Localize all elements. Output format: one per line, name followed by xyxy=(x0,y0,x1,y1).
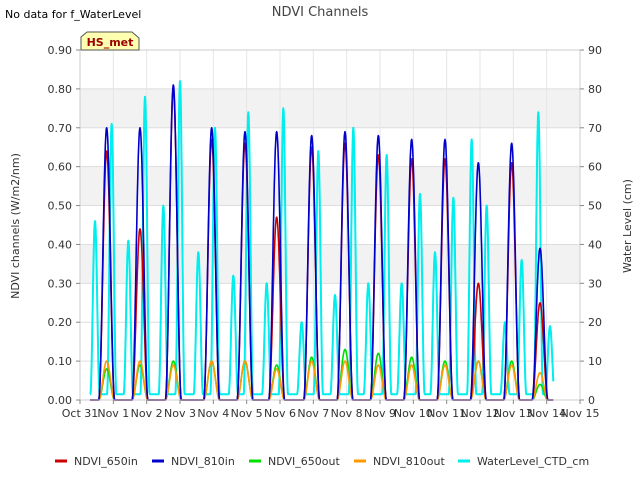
x-tick-label: Nov 8 xyxy=(331,407,363,420)
site-badge-label: HS_met xyxy=(87,36,134,49)
x-tick-label: Nov 5 xyxy=(231,407,263,420)
y-tick-label-left: 0.80 xyxy=(48,83,73,96)
y-tick-label-left: 0.00 xyxy=(48,394,73,407)
y-tick-label-left: 0.20 xyxy=(48,316,73,329)
y-tick-label-left: 0.40 xyxy=(48,238,73,251)
x-tick-label: Nov 7 xyxy=(297,407,329,420)
y-axis-label-right: Water Level (cm) xyxy=(621,179,634,273)
legend: NDVI_650in NDVI_810in NDVI_650out NDVI_810o… xyxy=(55,455,589,468)
y-tick-label-right: 30 xyxy=(588,277,602,290)
legend-label-ndvi-810out: NDVI_810out xyxy=(373,455,445,468)
x-tick-label: Nov 4 xyxy=(197,407,229,420)
band-upper xyxy=(80,89,580,128)
x-tick-label: Nov 6 xyxy=(264,407,296,420)
x-tick-label: Nov 1 xyxy=(97,407,129,420)
site-badge: HS_met xyxy=(80,31,140,51)
y-tick-label-left: 0.50 xyxy=(48,200,73,213)
chart-title: NDVI Channels xyxy=(272,5,369,20)
y-tick-label-right: 10 xyxy=(588,355,602,368)
ndvi-chart: 0.00 0.10 0.20 0.30 0.40 0.50 0.60 0.70 0.80 0.90… xyxy=(0,0,640,480)
band-lower xyxy=(80,244,580,283)
y-axis-label-left: NDVI channels (W/m2/nm) xyxy=(9,153,22,299)
x-tick-label: Nov 9 xyxy=(364,407,396,420)
legend-label-ndvi-650in: NDVI_650in xyxy=(74,455,138,468)
y-tick-label-left: 0.70 xyxy=(48,122,73,135)
y-tick-label-right: 20 xyxy=(588,316,602,329)
y-tick-label-right: 60 xyxy=(588,161,602,174)
y-tick-label-right: 70 xyxy=(588,122,602,135)
y-tick-label-left: 0.30 xyxy=(48,277,73,290)
band-middle xyxy=(80,167,580,206)
no-data-notice: No data for f_WaterLevel xyxy=(5,8,141,21)
x-tick-label: Nov 3 xyxy=(164,407,196,420)
x-tick-label: Oct 31 xyxy=(62,407,99,420)
y-tick-label-left: 0.10 xyxy=(48,355,73,368)
y-tick-label-left: 0.90 xyxy=(48,44,73,57)
y-tick-label-right: 80 xyxy=(588,83,602,96)
y-tick-label-right: 40 xyxy=(588,238,602,251)
legend-label-waterlevel-ctd-cm: WaterLevel_CTD_cm xyxy=(477,455,589,468)
legend-label-ndvi-650out: NDVI_650out xyxy=(268,455,340,468)
y-tick-label-right: 90 xyxy=(588,44,602,57)
x-tick-label: Nov 2 xyxy=(131,407,163,420)
y-tick-label-right: 50 xyxy=(588,200,602,213)
y-tick-label-right: 0 xyxy=(588,394,595,407)
y-tick-label-left: 0.60 xyxy=(48,161,73,174)
legend-label-ndvi-810in: NDVI_810in xyxy=(171,455,235,468)
x-tick-label: Nov 15 xyxy=(561,407,600,420)
